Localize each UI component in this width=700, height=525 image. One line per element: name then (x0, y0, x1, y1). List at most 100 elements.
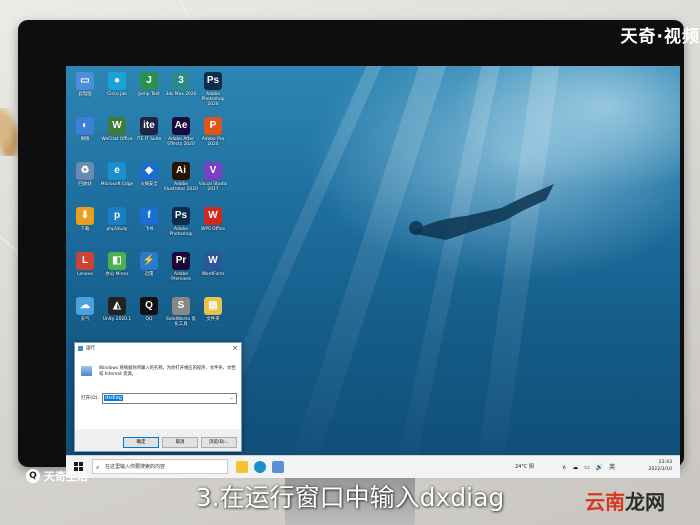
desktop-screen: ▭ 此电脑 ● Cisco Jab J Jump Test 3 3ds Max 2020 Ps A… (66, 66, 680, 478)
app-icon: L (76, 252, 94, 270)
taskbar-search-input[interactable]: ⌕ 在这里输入你要搜索的内容 (92, 459, 228, 474)
clock-date: 2022/3/10 (648, 467, 672, 472)
desktop-icon-label: WPS Office (201, 227, 225, 232)
open-label: 打开(O): (81, 396, 99, 401)
desktop-icon-label: Adobe Premiere (171, 272, 191, 282)
desktop-icon[interactable]: P Adobe Pro 2020 (196, 115, 230, 159)
run-icon (81, 366, 92, 376)
app-icon: Pr (172, 252, 190, 270)
app-icon: W (108, 117, 126, 135)
app-icon: p (108, 207, 126, 225)
app-icon: Q (140, 297, 158, 315)
desktop-icon[interactable]: ◭ Unity 2020.1 (100, 295, 134, 339)
app-icon: ⬇ (76, 207, 94, 225)
desktop-icon[interactable]: W WeChat Office (100, 115, 134, 159)
desktop-icon-label: 办公 Mirror (105, 272, 129, 277)
app-icon: Ai (172, 162, 190, 180)
app-icon: ite (140, 117, 158, 135)
search-placeholder: 在这里输入你要搜索的内容 (105, 464, 166, 470)
app-icon: ● (108, 72, 126, 90)
app-icon: ☁ (76, 297, 94, 315)
app-icon: 3 (172, 72, 190, 90)
desktop-icon[interactable]: J Jump Test (132, 70, 166, 114)
weather-widget[interactable]: 24°C 阴 (515, 463, 534, 470)
desktop-icon[interactable]: V Visual Studio 2017 (196, 160, 230, 204)
diver-silhouette (409, 184, 554, 240)
desktop-icon[interactable]: Ps Adobe Photoshop 2020 (196, 70, 230, 114)
watermark-part-b: 龙网 (625, 490, 665, 514)
desktop-icon[interactable]: e Microsoft Edge (100, 160, 134, 204)
close-icon[interactable]: × (232, 344, 238, 352)
file-explorer-icon[interactable] (236, 461, 248, 473)
app-icon: ♻ (76, 162, 94, 180)
desktop-icon-label: Unity 2020.1 (102, 317, 132, 322)
desktop-icon[interactable]: ◐ 网络 (68, 115, 102, 159)
desktop-icon-label: WordForm (201, 272, 225, 277)
cancel-button[interactable]: 取消 (162, 437, 198, 448)
desktop-icon[interactable]: Q QQ (132, 295, 166, 339)
desktop-icon[interactable]: ⬇ 下载 (68, 205, 102, 249)
taskbar: ⌕ 在这里输入你要搜索的内容 24°C 阴 ∧ ☁ ▭ 🔊 英 23:43 20… (66, 455, 680, 478)
app-icon: f (140, 207, 158, 225)
app-icon: ▤ (204, 297, 222, 315)
desktop-icon[interactable]: W WPS Office (196, 205, 230, 249)
desktop-icon[interactable]: 3 3ds Max 2020 (164, 70, 198, 114)
desktop-icon-label: WeChat Office (101, 137, 133, 142)
clock-time: 23:43 (658, 460, 672, 465)
desktop-icon-label: 回收站 (78, 182, 92, 187)
desktop-icon[interactable]: Ae Adobe After Effects 2020 (164, 115, 198, 159)
desktop-icon[interactable]: Pr Adobe Premiere (164, 250, 198, 294)
desktop-icon-label: SolidWorks 优化工具 (166, 317, 196, 327)
desktop-icon[interactable]: Ai Adobe Illustrator 2020 (164, 160, 198, 204)
system-tray[interactable]: ∧ ☁ ▭ 🔊 英 (562, 462, 617, 471)
ok-button[interactable]: 确定 (123, 437, 159, 448)
run-taskbar-icon[interactable] (272, 461, 284, 473)
brand-top-watermark: 天奇·视频 (620, 27, 700, 47)
desktop-icon[interactable]: ● Cisco Jab (100, 70, 134, 114)
desktop-icon[interactable]: f 飞书 (132, 205, 166, 249)
desktop-icon[interactable]: ite ITE IT Suite (132, 115, 166, 159)
monitor-bezel: ▭ 此电脑 ● Cisco Jab J Jump Test 3 3ds Max 2020 Ps A… (18, 20, 684, 478)
app-icon: Ae (172, 117, 190, 135)
desktop-icon[interactable]: ☁ 天气 (68, 295, 102, 339)
desktop-icon[interactable]: ♻ 回收站 (68, 160, 102, 204)
app-icon: Ps (172, 207, 190, 225)
desktop-icon[interactable]: p phpStudy (100, 205, 134, 249)
search-icon: ⌕ (96, 464, 100, 471)
desktop-icon-label: 3ds Max 2020 (165, 92, 197, 97)
browse-button[interactable]: 浏览(B)... (201, 437, 237, 448)
app-icon: Ps (204, 72, 222, 90)
desktop-icon-label: 飞书 (144, 227, 154, 232)
desktop-icon-label: 火绒安全 (140, 182, 158, 187)
run-prompt: Windows 将根据你所输入的名称，为你打开相应的程序、文件夹、文档或 Int… (99, 366, 236, 377)
run-dialog: 运行 × Windows 将根据你所输入的名称，为你打开相应的程序、文件夹、文档… (74, 342, 242, 452)
desktop-icon[interactable]: ⚡ 迅雷 (132, 250, 166, 294)
desktop-icon[interactable]: ▭ 此电脑 (68, 70, 102, 114)
desktop-icon[interactable]: ▤ 文件夹 (196, 295, 230, 339)
desktop-icon-label: 下载 (80, 227, 90, 232)
watermark-part-a: 云南 (585, 490, 625, 514)
run-titlebar[interactable]: 运行 × (75, 343, 241, 353)
app-icon: ▭ (76, 72, 94, 90)
desktop-icon[interactable]: ◧ 办公 Mirror (100, 250, 134, 294)
desktop-icon-label: Jump Test (138, 92, 160, 97)
edge-icon[interactable] (254, 461, 266, 473)
light-ray (284, 66, 452, 478)
desktop-icon-label: Adobe Pro 2020 (201, 137, 225, 147)
run-input-value: dxdiag (104, 395, 123, 401)
clock[interactable]: 23:43 2022/3/10 (648, 459, 672, 473)
desktop-icon[interactable]: Ps Adobe Photoshop (164, 205, 198, 249)
app-icon: ◆ (140, 162, 158, 180)
desktop-icon-label: Adobe After Effects 2020 (167, 137, 195, 147)
run-input[interactable]: dxdiag ⌄ (102, 393, 237, 404)
desktop-icon[interactable]: L Lenovo (68, 250, 102, 294)
desktop-icon-label: Adobe Photoshop 2020 (201, 92, 225, 107)
desktop-icon[interactable]: W WordForm (196, 250, 230, 294)
site-watermark: 云南龙网 (585, 486, 665, 515)
desktop-icon[interactable]: ◆ 火绒安全 (132, 160, 166, 204)
chevron-down-icon[interactable]: ⌄ (230, 394, 234, 403)
desktop-icon[interactable]: S SolidWorks 优化工具 (164, 295, 198, 339)
desktop-icon-label: QQ (145, 317, 153, 322)
desktop-icon-label: ITE IT Suite (136, 137, 162, 142)
desktop-icon-label: 迅雷 (144, 272, 154, 277)
